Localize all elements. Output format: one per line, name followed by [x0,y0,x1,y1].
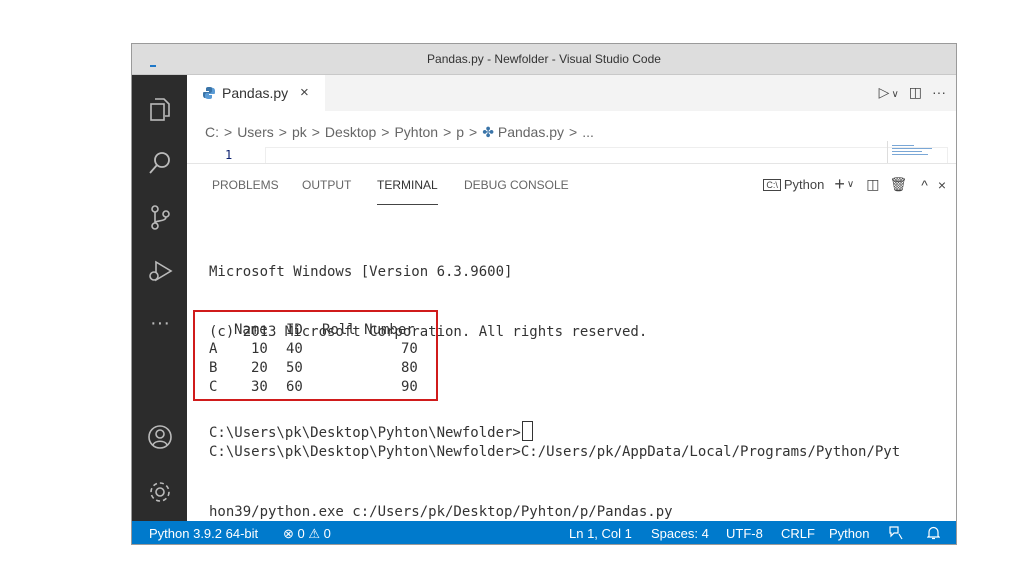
line-number: 1 [225,148,233,162]
chevron-right-icon: > [443,124,452,140]
more-icon[interactable]: ··· [146,313,174,341]
python-interpreter[interactable]: Python 3.9.2 64-bit [149,526,258,541]
table-header-name: Name [234,322,268,338]
breadcrumb: C: > Users > pk > Desktop > Pyhton > p > ✤ Pandas.py… [205,124,594,141]
end-of-line[interactable]: CRLF [781,526,815,541]
breadcrumb-item[interactable]: pk [292,124,307,140]
terminal-shell-icon: C:\ [763,178,781,191]
table-cell: 50 [286,360,303,376]
terminal-line: hon39/python.exe c:/Users/pk/Desktop/Pyh… [209,504,673,520]
chevron-right-icon: > [381,124,390,140]
breadcrumb-item[interactable]: ... [582,124,594,140]
source-control-icon[interactable] [146,203,174,231]
chevron-right-icon: > [469,124,478,140]
new-terminal-icon[interactable]: + [834,174,845,194]
chevron-right-icon: > [569,124,578,140]
activity-bar: ··· [132,75,187,522]
terminal-cursor [521,421,533,441]
table-cell: 30 [251,379,268,395]
breadcrumb-item[interactable]: Desktop [325,124,376,140]
table-header-roll-number: Roll Number [322,322,415,338]
tab-terminal[interactable]: TERMINAL [377,178,438,205]
table-cell: 80 [401,360,418,376]
more-actions-icon[interactable]: ··· [932,84,946,100]
python-file-icon [202,86,216,105]
table-cell: 10 [251,341,268,357]
cursor-position[interactable]: Ln 1, Col 1 [569,526,632,541]
warning-count: ⚠ 0 [308,526,331,541]
breadcrumb-item[interactable]: Pyhton [394,124,438,140]
indentation[interactable]: Spaces: 4 [651,526,709,541]
tab-label: Pandas.py [222,85,289,101]
table-header-id: ID [286,322,303,338]
python-file-icon: ✤ [482,124,498,140]
account-icon[interactable] [146,423,174,451]
chevron-right-icon: > [311,124,320,140]
close-panel-icon[interactable]: × [938,177,946,193]
terminal-panel: PROBLEMS OUTPUT TERMINAL DEBUG CONSOLE C… [187,163,956,522]
table-cell: 70 [401,341,418,357]
encoding[interactable]: UTF-8 [726,526,763,541]
breadcrumb-item[interactable]: Pandas.py [498,124,564,140]
tab-output[interactable]: OUTPUT [302,178,351,204]
problems-status[interactable]: ⊗ 0 ⚠ 0 [283,526,331,542]
table-cell: 60 [286,379,303,395]
title-bar: Pandas.py - Newfolder - Visual Studio Co… [132,44,956,75]
terminal-chevron-icon[interactable]: ∨ [847,179,854,190]
table-cell: A [209,341,218,357]
tab-pandas-py[interactable]: Pandas.py × [187,75,325,111]
feedback-icon[interactable] [889,526,903,543]
editor-actions: ▷ ∨ ◫ ··· [869,84,946,101]
editor-area: Pandas.py × ▷ ∨ ◫ ··· C: > Users > pk > Desktop > P… [187,75,956,522]
prompt-text: C:\Users\pk\Desktop\Pyhton\Newfolder> [209,425,521,441]
notifications-bell-icon[interactable] [926,526,941,543]
breadcrumb-item[interactable]: Users [237,124,274,140]
terminal-prompt[interactable]: C:\Users\pk\Desktop\Pyhton\Newfolder> [209,421,533,441]
maximize-panel-icon[interactable]: ^ [921,177,928,193]
split-editor-icon[interactable]: ◫ [909,84,922,100]
breadcrumb-item[interactable]: p [456,124,464,140]
run-chevron-icon[interactable]: ∨ [891,89,898,100]
explorer-icon[interactable] [146,95,174,123]
terminal-shell-name[interactable]: Python [784,177,824,192]
split-terminal-icon[interactable]: ◫ [866,176,879,192]
terminal-line: Microsoft Windows [Version 6.3.9600] [209,264,513,280]
breadcrumb-item[interactable]: C: [205,124,219,140]
language-mode[interactable]: Python [829,526,869,541]
code-line[interactable]: 1 [187,147,956,163]
table-cell: 90 [401,379,418,395]
table-cell: B [209,360,218,376]
chevron-right-icon: > [224,124,233,140]
trash-icon[interactable]: 🗑 [889,176,907,192]
tab-problems[interactable]: PROBLEMS [212,178,279,204]
tab-bar: Pandas.py × ▷ ∨ ◫ ··· [187,75,956,111]
close-tab-icon[interactable]: × [300,84,309,101]
panel-actions: C:\ Python + ∨ ◫ 🗑 ^ × [757,174,946,195]
current-line-highlight [265,147,948,163]
search-icon[interactable] [146,149,174,177]
run-file-icon[interactable]: ▷ [879,84,890,100]
chevron-right-icon: > [278,124,287,140]
vscode-window: Pandas.py - Newfolder - Visual Studio Co… [131,43,957,545]
terminal-line: C:\Users\pk\Desktop\Pyhton\Newfolder>C:/… [209,444,901,460]
table-cell: 40 [286,341,303,357]
tab-debug-console[interactable]: DEBUG CONSOLE [464,178,569,204]
status-bar: Python 3.9.2 64-bit ⊗ 0 ⚠ 0 Ln 1, Col 1 … [132,521,956,544]
settings-gear-icon[interactable] [146,478,174,506]
run-debug-icon[interactable] [146,257,174,285]
table-cell: 20 [251,360,268,376]
minimap[interactable] [887,141,948,163]
error-count: ⊗ 0 [283,526,305,541]
window-title: Pandas.py - Newfolder - Visual Studio Co… [427,52,661,66]
table-cell: C [209,379,218,395]
